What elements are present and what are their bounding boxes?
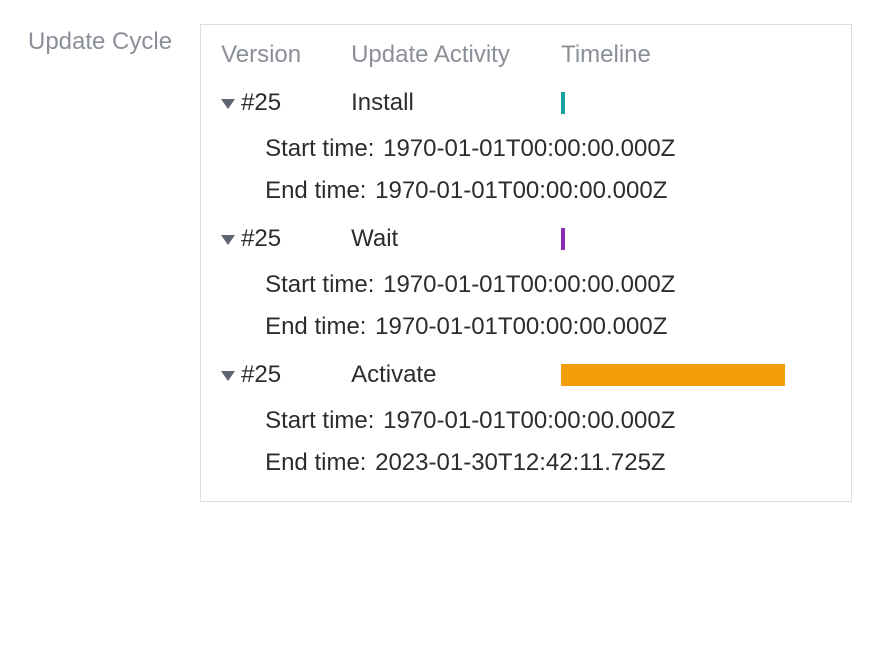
entry-details: Start time: 1970-01-01T00:00:00.000Z End… bbox=[221, 407, 831, 477]
update-entry: #25 Activate Start time: 1970-01-01T00:0… bbox=[221, 361, 831, 477]
update-entry: #25 Wait Start time: 1970-01-01T00:00:00… bbox=[221, 225, 831, 341]
version-text: #25 bbox=[241, 89, 281, 117]
start-time-value: 1970-01-01T00:00:00.000Z bbox=[383, 407, 675, 434]
start-time-value: 1970-01-01T00:00:00.000Z bbox=[383, 135, 675, 162]
entry-summary-row[interactable]: #25 Wait bbox=[221, 225, 831, 253]
start-time-label: Start time: bbox=[265, 407, 374, 434]
entry-summary-row[interactable]: #25 Install bbox=[221, 89, 831, 117]
entry-summary-row[interactable]: #25 Activate bbox=[221, 361, 831, 389]
section-label: Update Cycle bbox=[28, 24, 172, 56]
entry-details: Start time: 1970-01-01T00:00:00.000Z End… bbox=[221, 271, 831, 341]
chevron-down-icon bbox=[221, 99, 235, 109]
end-time-value: 1970-01-01T00:00:00.000Z bbox=[375, 313, 667, 340]
timeline-bar bbox=[561, 92, 565, 114]
end-time-label: End time: bbox=[265, 313, 366, 340]
update-cycle-panel: Version Update Activity Timeline #25 Ins… bbox=[200, 24, 852, 502]
end-time-label: End time: bbox=[265, 449, 366, 476]
chevron-down-icon bbox=[221, 235, 235, 245]
col-header-timeline: Timeline bbox=[561, 41, 831, 69]
end-time-label: End time: bbox=[265, 177, 366, 204]
table-header: Version Update Activity Timeline bbox=[221, 41, 831, 69]
start-time-value: 1970-01-01T00:00:00.000Z bbox=[383, 271, 675, 298]
end-time-value: 1970-01-01T00:00:00.000Z bbox=[375, 177, 667, 204]
chevron-down-icon bbox=[221, 371, 235, 381]
activity-text: Wait bbox=[351, 225, 561, 253]
activity-text: Install bbox=[351, 89, 561, 117]
version-text: #25 bbox=[241, 361, 281, 389]
col-header-version: Version bbox=[221, 41, 351, 69]
update-entry: #25 Install Start time: 1970-01-01T00:00… bbox=[221, 89, 831, 205]
col-header-activity: Update Activity bbox=[351, 41, 561, 69]
timeline-bar bbox=[561, 364, 785, 386]
entry-details: Start time: 1970-01-01T00:00:00.000Z End… bbox=[221, 135, 831, 205]
start-time-label: Start time: bbox=[265, 135, 374, 162]
activity-text: Activate bbox=[351, 361, 561, 389]
version-text: #25 bbox=[241, 225, 281, 253]
start-time-label: Start time: bbox=[265, 271, 374, 298]
timeline-bar bbox=[561, 228, 565, 250]
end-time-value: 2023-01-30T12:42:11.725Z bbox=[375, 449, 665, 476]
